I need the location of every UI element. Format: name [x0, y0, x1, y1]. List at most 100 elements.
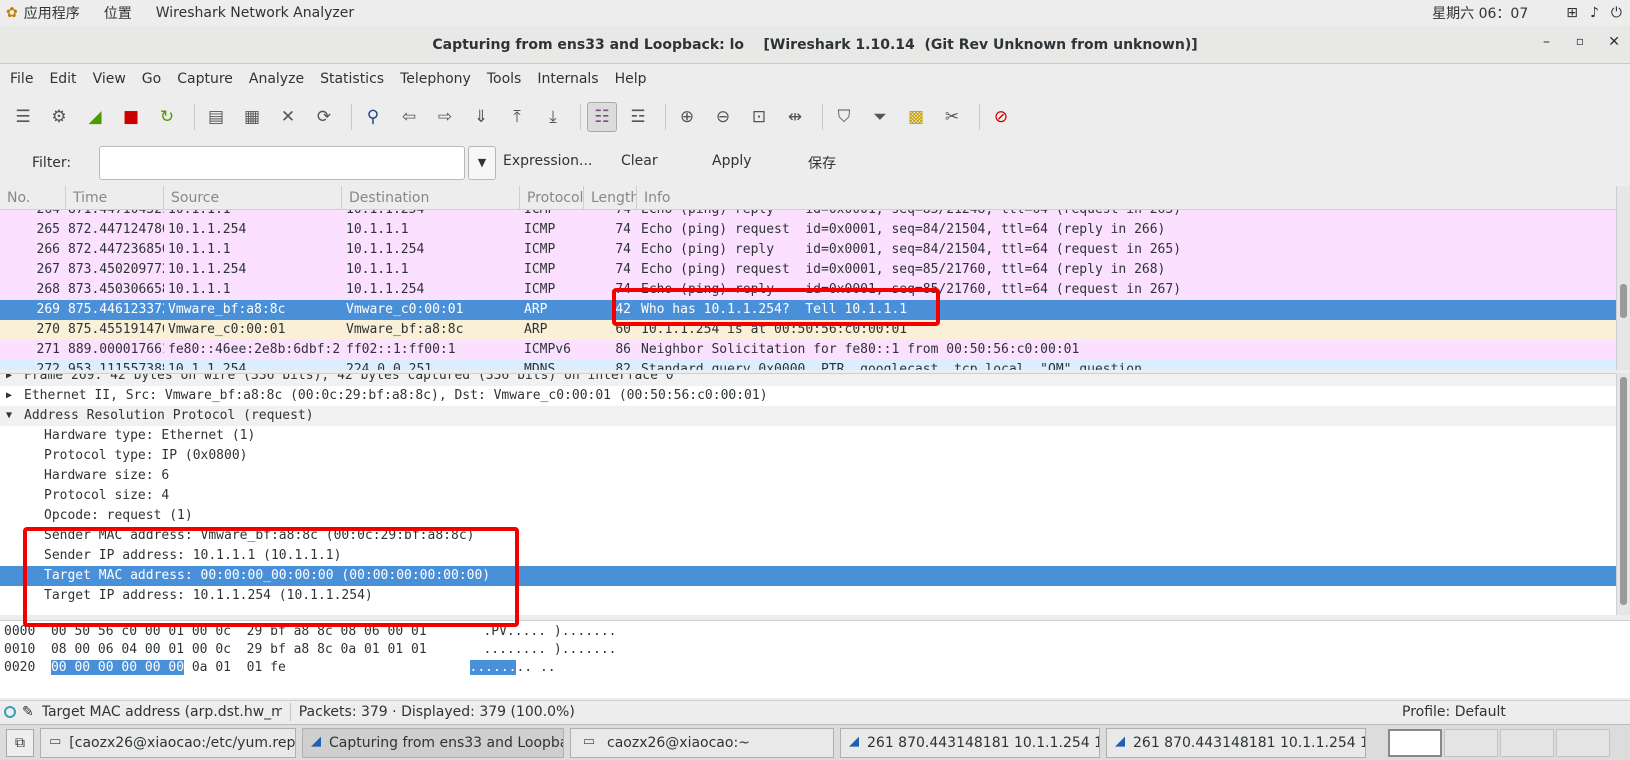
interfaces-icon[interactable]: ☰ [8, 102, 38, 132]
close-icon[interactable]: ✕ [273, 102, 303, 132]
packet-cell-info: Echo (ping) request id=0x0001, seq=85/21… [641, 262, 1166, 277]
help-icon[interactable]: ⊘ [986, 102, 1016, 132]
show-desktop-icon[interactable]: ⧉ [6, 728, 34, 757]
scrollbar-thumb[interactable] [1620, 284, 1627, 318]
menu-statistics[interactable]: Statistics [312, 71, 392, 87]
capture-comment-icon[interactable]: ✎ [22, 704, 34, 720]
save-filter-button[interactable]: 保存 [808, 153, 836, 173]
packet-list-scrollbar[interactable] [1616, 186, 1630, 370]
packet-row[interactable]: 264871.44710432910.1.1.110.1.1.254ICMP74… [0, 210, 1616, 220]
detail-row[interactable]: Hardware size: 6 [0, 466, 1616, 486]
find-icon[interactable]: ⚲ [358, 102, 388, 132]
menu-help[interactable]: Help [607, 71, 655, 87]
taskbar-window-button[interactable]: ▭ caozx26@xiaocao:~ [570, 727, 834, 758]
workspace-1[interactable] [1388, 728, 1442, 757]
autoscroll-icon[interactable]: ☲ [623, 102, 653, 132]
colorize-icon[interactable]: ☷ [587, 102, 617, 132]
packet-row[interactable]: 267 873.450209772 10.1.1.254 10.1.1.1 ICMP 74… [0, 260, 1616, 280]
zoom-out-icon[interactable]: ⊖ [708, 102, 738, 132]
open-icon[interactable]: ▤ [201, 102, 231, 132]
expanded-triangle-icon[interactable]: ▼ [6, 406, 18, 426]
clear-button[interactable]: Clear [621, 153, 658, 169]
display-filters-icon[interactable]: ⏷ [865, 102, 895, 132]
packet-bytes-pane[interactable]: 0000 00 50 56 c0 00 01 00 0c 29 bf a8 8c… [0, 620, 1630, 698]
packet-row[interactable]: 271 889.000017661 fe80::46ee:2e8b:6dbf:2 ff… [0, 340, 1616, 360]
close-window-icon[interactable]: ✕ [1608, 34, 1620, 50]
workspace-2[interactable] [1444, 728, 1498, 757]
reload-icon[interactable]: ⟳ [309, 102, 339, 132]
goto-icon[interactable]: ⇓ [466, 102, 496, 132]
apps-logo-icon[interactable]: ✿ [6, 5, 18, 21]
expression-button[interactable]: Expression... [503, 153, 592, 169]
column-no[interactable]: No. [0, 186, 66, 209]
menu-tools[interactable]: Tools [479, 71, 530, 87]
normal-size-icon[interactable]: ⊡ [744, 102, 774, 132]
detail-row[interactable]: Hardware type: Ethernet (1) [0, 426, 1616, 446]
menu-analyze[interactable]: Analyze [241, 71, 312, 87]
profile-label[interactable]: Profile: Default [1402, 704, 1506, 720]
maximize-icon[interactable]: ▫ [1576, 34, 1584, 48]
column-time[interactable]: Time [66, 186, 164, 209]
restart-icon[interactable]: ↻ [152, 102, 182, 132]
capture-filters-icon[interactable]: ⛉ [829, 102, 859, 132]
collapsed-triangle-icon[interactable]: ▶ [6, 374, 18, 386]
back-icon[interactable]: ⇦ [394, 102, 424, 132]
places-menu[interactable]: 位置 [104, 3, 132, 23]
scrollbar-thumb[interactable] [1620, 377, 1627, 605]
volume-icon[interactable]: ♪ [1590, 5, 1599, 21]
menu-file[interactable]: File [0, 71, 41, 87]
taskbar-window-button[interactable]: ◢ 261 870.443148181 10.1.1.254 1··· [840, 727, 1100, 758]
detail-row[interactable]: ▶ Frame 269: 42 bytes on wire (336 bits),… [0, 374, 1616, 386]
workspace-4[interactable] [1556, 728, 1610, 757]
app-name[interactable]: Wireshark Network Analyzer [156, 5, 354, 21]
packet-cell-no: 267 [36, 262, 60, 277]
resize-columns-icon[interactable]: ⇹ [780, 102, 810, 132]
menu-internals[interactable]: Internals [529, 71, 606, 87]
first-icon[interactable]: ⤒ [502, 102, 532, 132]
column-length[interactable]: Length [584, 186, 637, 209]
menu-view[interactable]: View [85, 71, 134, 87]
power-icon[interactable]: ⏻ [1611, 5, 1622, 21]
menu-capture[interactable]: Capture [169, 71, 241, 87]
options-icon[interactable]: ⚙ [44, 102, 74, 132]
apply-button[interactable]: Apply [712, 153, 752, 169]
packet-row[interactable]: 266 872.447236856 10.1.1.1 10.1.1.254 ICMP 74… [0, 240, 1616, 260]
filter-input[interactable] [99, 146, 465, 180]
column-destination[interactable]: Destination [342, 186, 520, 209]
minimize-icon[interactable]: – [1543, 34, 1550, 50]
detail-row[interactable]: ▶ Ethernet II, Src: Vmware_bf:a8:8c (00:0… [0, 386, 1616, 406]
save-icon[interactable]: ▦ [237, 102, 267, 132]
taskbar-window-button[interactable]: ▭ [caozx26@xiaocao:/etc/yum.repos.d] [40, 727, 296, 758]
preferences-icon[interactable]: ✂ [937, 102, 967, 132]
taskbar-window-button[interactable]: ◢ Capturing from ens33 and Loopbac··· [302, 727, 564, 758]
filter-dropdown-chevron-icon[interactable]: ▼ [468, 146, 496, 180]
detail-row[interactable]: Protocol type: IP (0x0800) [0, 446, 1616, 466]
taskbar-window-button[interactable]: ◢ 261 870.443148181 10.1.1.254 1··· [1106, 727, 1366, 758]
packet-row[interactable]: 265 872.447124786 10.1.1.254 10.1.1.1 ICMP 74… [0, 220, 1616, 240]
hex-row[interactable]: 0010 08 00 06 04 00 01 00 0c 29 bf a8 8c… [4, 641, 617, 659]
column-protocol[interactable]: Protocol [520, 186, 584, 209]
clock[interactable]: 星期六 06：07 [1432, 3, 1528, 23]
forward-icon[interactable]: ⇨ [430, 102, 460, 132]
start-icon[interactable]: ◢ [80, 102, 110, 132]
details-scrollbar[interactable] [1616, 373, 1630, 615]
menu-telephony[interactable]: Telephony [392, 71, 479, 87]
zoom-in-icon[interactable]: ⊕ [672, 102, 702, 132]
menu-go[interactable]: Go [134, 71, 169, 87]
apps-menu[interactable]: 应用程序 [24, 3, 80, 23]
column-info[interactable]: Info [637, 186, 1616, 209]
coloring-rules-icon[interactable]: ▩ [901, 102, 931, 132]
menu-edit[interactable]: Edit [41, 71, 84, 87]
packet-row[interactable]: 272 953.111557388 10.1.1.254 224.0.0.251 MDN… [0, 360, 1616, 370]
workspace-3[interactable] [1500, 728, 1554, 757]
network-icon[interactable]: ⊞ [1566, 5, 1578, 21]
detail-row[interactable]: Opcode: request (1) [0, 506, 1616, 526]
last-icon[interactable]: ⤓ [538, 102, 568, 132]
column-source[interactable]: Source [164, 186, 342, 209]
collapsed-triangle-icon[interactable]: ▶ [6, 386, 18, 406]
stop-icon[interactable]: ■ [116, 102, 146, 132]
expert-info-icon[interactable] [4, 705, 16, 718]
hex-row[interactable]: 0020 00 00 00 00 00 00 0a 01 01 fe .....… [4, 659, 556, 677]
detail-row[interactable]: Protocol size: 4 [0, 486, 1616, 506]
detail-row[interactable]: ▼ Address Resolution Protocol (request) [0, 406, 1616, 426]
